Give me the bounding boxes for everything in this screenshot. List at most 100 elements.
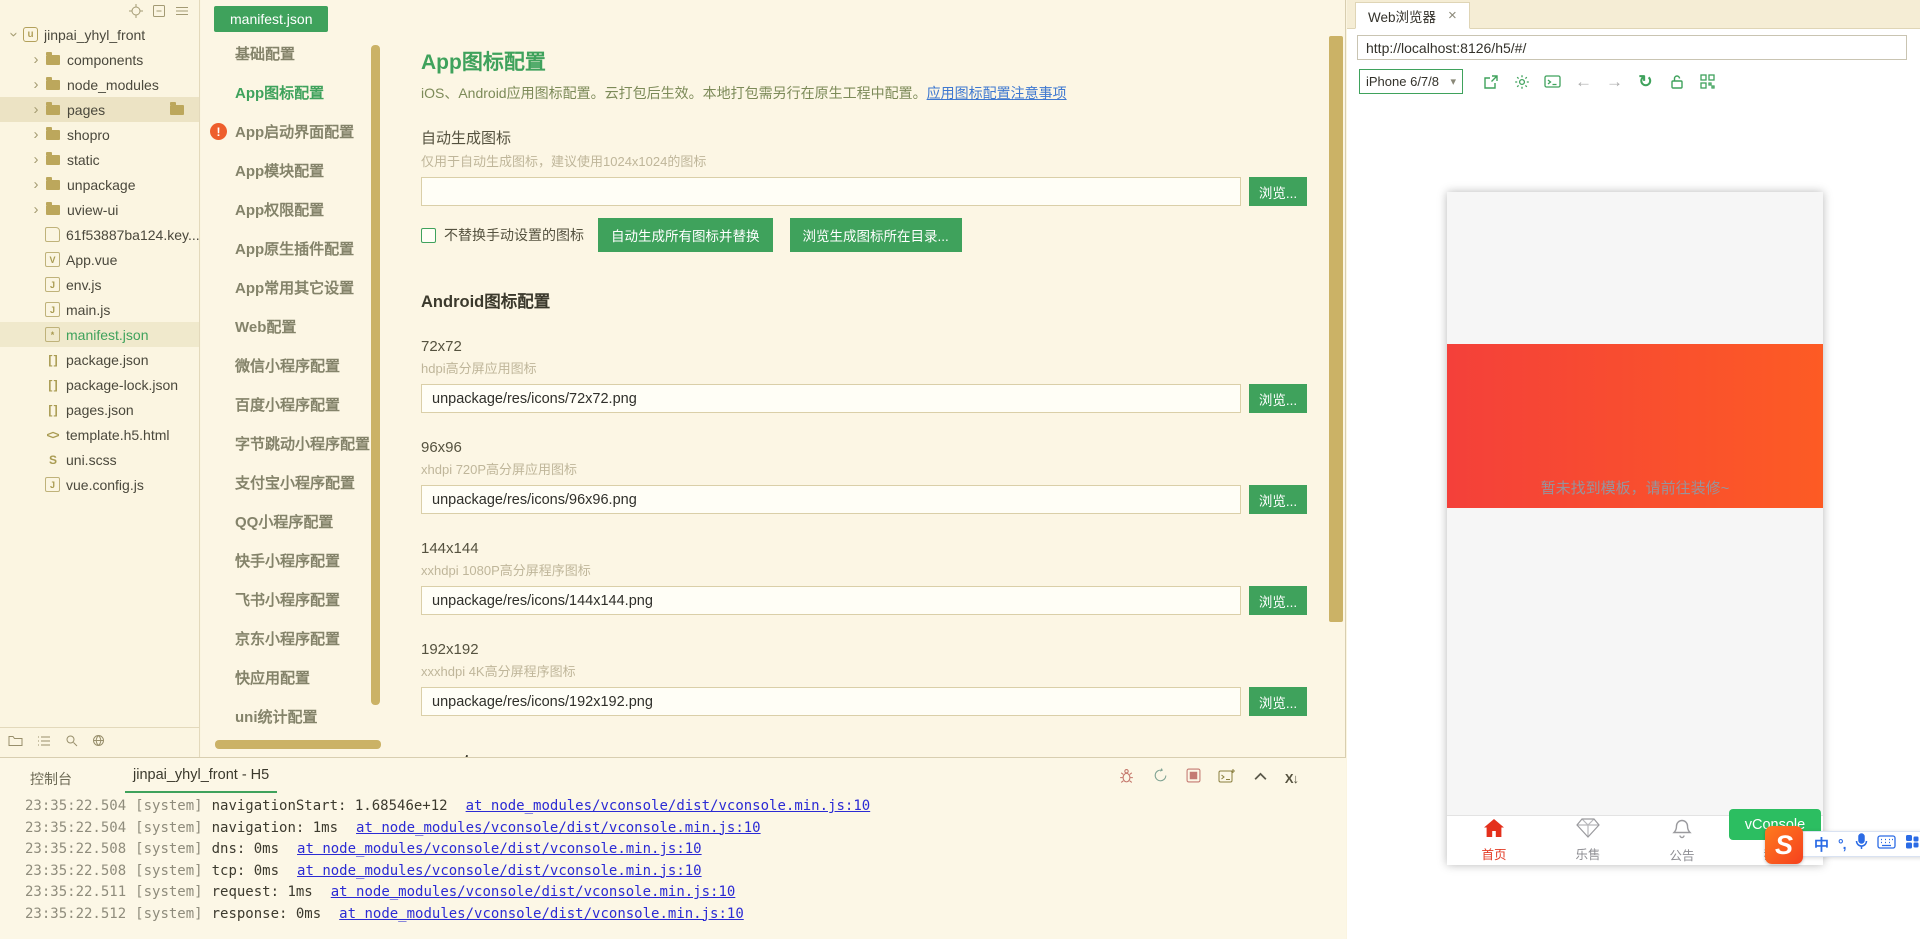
tree-item-pages[interactable]: › pages <box>0 97 199 122</box>
tree-item-project[interactable]: › u jinpai_yhyl_front <box>0 22 199 47</box>
microphone-icon[interactable] <box>1855 833 1868 855</box>
home-banner[interactable]: 暂未找到模板，请前往装修~ <box>1447 344 1823 508</box>
nav-app-native-plugin-config[interactable]: App原生插件配置 <box>201 229 371 268</box>
log-source-link[interactable]: at node_modules/vconsole/dist/vconsole.m… <box>297 863 702 879</box>
device-select[interactable]: iPhone 6/7/8 ▾ <box>1359 69 1463 94</box>
tree-item-shopro[interactable]: › shopro <box>0 122 199 147</box>
devtools-console-icon[interactable] <box>1539 74 1566 89</box>
nav-uni-statistics-config[interactable]: uni统计配置 <box>201 697 371 736</box>
log-source-link[interactable]: at node_modules/vconsole/dist/vconsole.m… <box>466 798 871 814</box>
tree-item-components[interactable]: › components <box>0 47 199 72</box>
nav-qq-mp-config[interactable]: QQ小程序配置 <box>201 502 371 541</box>
nav-jd-mp-config[interactable]: 京东小程序配置 <box>201 619 371 658</box>
auto-icon-input[interactable] <box>421 177 1241 206</box>
editor-scrollbar-thumb[interactable] <box>1329 36 1343 622</box>
tree-item-pages-json[interactable]: ›[ ]pages.json <box>0 397 199 422</box>
locate-file-icon[interactable] <box>129 4 143 18</box>
nav-app-permission-config[interactable]: App权限配置 <box>201 190 371 229</box>
nav-quickapp-config[interactable]: 快应用配置 <box>201 658 371 697</box>
tree-item-app-vue[interactable]: ›VApp.vue <box>0 247 199 272</box>
icon-144-input[interactable] <box>421 586 1241 615</box>
tree-item-keyfile[interactable]: ›61f53887ba124.key... <box>0 222 199 247</box>
nav-app-modules-config[interactable]: App模块配置 <box>201 151 371 190</box>
tree-item-main-js[interactable]: ›Jmain.js <box>0 297 199 322</box>
nav-weixin-mp-config[interactable]: 微信小程序配置 <box>201 346 371 385</box>
clear-logs-icon[interactable]: X↓ <box>1285 771 1299 786</box>
browse-generated-dir-button[interactable]: 浏览生成图标所在目录... <box>789 218 962 252</box>
log-source-link[interactable]: at node_modules/vconsole/dist/vconsole.m… <box>339 906 744 922</box>
log-source-link[interactable]: at node_modules/vconsole/dist/vconsole.m… <box>331 884 736 900</box>
tree-item-manifest-json[interactable]: ›*manifest.json <box>0 322 199 347</box>
ime-punctuation-icon[interactable]: °, <box>1838 836 1846 852</box>
collapse-panel-icon[interactable] <box>1253 769 1268 787</box>
no-replace-checkbox[interactable] <box>421 227 436 243</box>
icon-72-input[interactable] <box>421 384 1241 413</box>
icon-192-input[interactable] <box>421 687 1241 716</box>
nav-app-misc-config[interactable]: App常用其它设置 <box>201 268 371 307</box>
qrcode-icon[interactable] <box>1694 74 1721 89</box>
tree-item-vue-config-js[interactable]: ›Jvue.config.js <box>0 472 199 497</box>
icon-96-input[interactable] <box>421 485 1241 514</box>
console-tab-active[interactable]: jinpai_yhyl_front - H5 <box>125 767 278 793</box>
tab-web-browser[interactable]: Web浏览器 × <box>1355 2 1470 29</box>
new-terminal-icon[interactable] <box>1218 768 1236 789</box>
generate-all-icons-button[interactable]: 自动生成所有图标并替换 <box>598 218 773 252</box>
tree-item-env-js[interactable]: ›Jenv.js <box>0 272 199 297</box>
close-icon[interactable]: × <box>1448 7 1457 24</box>
url-input[interactable] <box>1357 35 1907 60</box>
tree-item-package-lock-json[interactable]: ›[ ]package-lock.json <box>0 372 199 397</box>
stop-icon[interactable] <box>1186 768 1201 788</box>
nav-basic-config[interactable]: 基础配置 <box>201 34 371 73</box>
refresh-icon[interactable]: ↻ <box>1632 73 1659 90</box>
tree-item-package-json[interactable]: ›[ ]package.json <box>0 347 199 372</box>
log-source-link[interactable]: at node_modules/vconsole/dist/vconsole.m… <box>356 820 761 836</box>
icon-72-browse-button[interactable]: 浏览... <box>1249 384 1307 413</box>
restart-icon[interactable] <box>1152 767 1169 789</box>
lock-icon[interactable] <box>1663 74 1690 90</box>
icon-config-notes-link[interactable]: 应用图标配置注意事项 <box>927 85 1067 101</box>
icon-96-browse-button[interactable]: 浏览... <box>1249 485 1307 514</box>
settings-gear-icon[interactable] <box>1508 74 1535 90</box>
nav-kuaishou-mp-config[interactable]: 快手小程序配置 <box>201 541 371 580</box>
search-icon[interactable] <box>65 734 78 752</box>
nav-alipay-mp-config[interactable]: 支付宝小程序配置 <box>201 463 371 502</box>
tree-item-uni-scss[interactable]: ›Suni.scss <box>0 447 199 472</box>
auto-icon-browse-button[interactable]: 浏览... <box>1249 177 1307 206</box>
ime-chinese-mode[interactable]: 中 <box>1814 834 1829 855</box>
log-source-link[interactable]: at node_modules/vconsole/dist/vconsole.m… <box>297 841 702 857</box>
nav-app-launch-config[interactable]: ! App启动界面配置 <box>201 112 371 151</box>
icon-144-browse-button[interactable]: 浏览... <box>1249 586 1307 615</box>
nav-web-config[interactable]: Web配置 <box>201 307 371 346</box>
nav-horizontal-scrollbar[interactable] <box>215 740 381 749</box>
menu-icon[interactable] <box>175 4 189 18</box>
log-tag: [system] <box>135 905 203 922</box>
collapse-all-icon[interactable] <box>152 4 166 18</box>
nav-bytedance-mp-config[interactable]: 字节跳动小程序配置 <box>201 424 371 463</box>
tree-item-uview-ui[interactable]: › uview-ui <box>0 197 199 222</box>
globe-icon[interactable] <box>92 734 105 752</box>
files-panel-icon[interactable] <box>8 734 23 752</box>
tab-home[interactable]: 首页 <box>1447 816 1541 865</box>
tree-item-static[interactable]: › static <box>0 147 199 172</box>
nav-app-icon-config[interactable]: App图标配置 <box>201 73 371 112</box>
tree-item-node-modules[interactable]: › node_modules <box>0 72 199 97</box>
keyboard-icon[interactable] <box>1876 834 1896 854</box>
forward-icon[interactable]: → <box>1601 73 1628 90</box>
ime-panel-grid-icon[interactable] <box>1905 834 1920 854</box>
tree-item-template-h5-html[interactable]: ›<>template.h5.html <box>0 422 199 447</box>
back-icon[interactable]: ← <box>1570 73 1597 90</box>
nav-scrollbar[interactable] <box>371 45 380 705</box>
sogou-ime-logo-icon[interactable]: S <box>1765 826 1803 864</box>
debug-bug-icon[interactable] <box>1118 767 1135 789</box>
tab-sale[interactable]: 乐售 <box>1541 816 1635 865</box>
nav-feishu-mp-config[interactable]: 飞书小程序配置 <box>201 580 371 619</box>
tab-manifest-json[interactable]: manifest.json <box>214 6 329 32</box>
outline-icon[interactable] <box>37 734 51 752</box>
tree-item-unpackage[interactable]: › unpackage <box>0 172 199 197</box>
tab-notice[interactable]: 公告 <box>1635 816 1729 865</box>
editor-scrollbar[interactable] <box>1329 34 1343 757</box>
resize-window-icon[interactable] <box>1477 74 1504 90</box>
log-tag: [system] <box>135 841 203 857</box>
nav-baidu-mp-config[interactable]: 百度小程序配置 <box>201 385 371 424</box>
icon-192-browse-button[interactable]: 浏览... <box>1249 687 1307 716</box>
